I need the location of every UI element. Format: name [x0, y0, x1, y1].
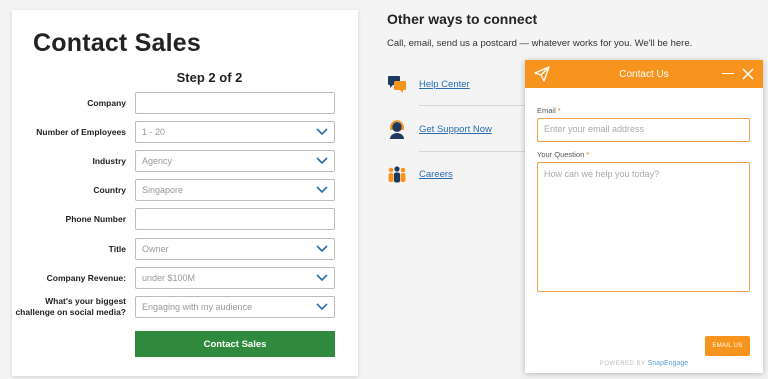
company-input[interactable] [135, 92, 335, 114]
chevron-down-icon [316, 157, 328, 165]
revenue-label: Company Revenue: [46, 273, 126, 283]
powered-by-footer: POWERED BY SnapEngage [525, 360, 763, 367]
chevron-down-icon [316, 186, 328, 194]
form-row-company: Company [12, 92, 358, 114]
employees-select[interactable]: 1 - 20 [135, 121, 335, 143]
support-agent-icon [390, 120, 404, 139]
contact-sales-card: Contact Sales Step 2 of 2 Company Number… [12, 10, 358, 376]
country-value: Singapore [142, 185, 184, 195]
form-row-challenge: What's your biggest challenge on social … [12, 296, 358, 318]
widget-header: Contact Us [525, 60, 763, 88]
other-ways-section: Other ways to connect Call, email, send … [387, 11, 692, 49]
industry-value: Agency [142, 156, 173, 166]
form-row-title: Title Owner [12, 238, 358, 260]
section-subtitle: Call, email, send us a postcard — whatev… [387, 38, 693, 49]
widget-title: Contact Us [619, 68, 669, 80]
divider [419, 151, 529, 152]
question-label-text: Your Question [537, 150, 585, 159]
revenue-select[interactable]: under $100M [135, 267, 335, 289]
question-label: Your Question * [537, 150, 589, 159]
paper-plane-icon [534, 66, 550, 82]
form-row-phone: Phone Number [12, 208, 358, 230]
revenue-value: under $100M [142, 273, 196, 283]
close-icon[interactable] [742, 68, 754, 80]
minimize-icon[interactable] [722, 73, 734, 74]
required-mark: * [586, 150, 590, 159]
title-value: Owner [142, 244, 169, 254]
email-label: Email * [537, 106, 561, 115]
employees-value: 1 - 20 [142, 127, 166, 137]
team-people-icon [388, 166, 406, 183]
section-title: Other ways to connect [387, 11, 538, 27]
industry-select[interactable]: Agency [135, 150, 335, 172]
email-field[interactable]: Enter your email address [537, 118, 750, 142]
chevron-down-icon [316, 303, 328, 311]
industry-label: Industry [92, 156, 126, 166]
form-row-industry: Industry Agency [12, 150, 358, 172]
title-select[interactable]: Owner [135, 238, 335, 260]
careers-link-row: Careers [387, 162, 537, 186]
contact-sales-button[interactable]: Contact Sales [135, 331, 335, 357]
country-select[interactable]: Singapore [135, 179, 335, 201]
chevron-down-icon [316, 274, 328, 282]
chevron-down-icon [316, 128, 328, 136]
powered-by-text: POWERED BY [599, 361, 646, 367]
help-center-link-row: Help Center [387, 72, 537, 96]
chat-bubbles-icon [388, 76, 406, 93]
contact-us-widget: Contact Us Email * Enter your email addr… [525, 60, 763, 373]
careers-link[interactable]: Careers [419, 169, 453, 180]
step-indicator: Step 2 of 2 [176, 70, 243, 85]
help-center-link[interactable]: Help Center [419, 79, 470, 90]
form-row-revenue: Company Revenue: under $100M [12, 267, 358, 289]
employees-label: Number of Employees [36, 127, 126, 137]
divider [419, 105, 529, 106]
chevron-down-icon [316, 245, 328, 253]
required-mark: * [557, 106, 561, 115]
question-textarea[interactable]: How can we help you today? [537, 162, 750, 292]
email-label-text: Email [537, 106, 556, 115]
company-label: Company [87, 98, 126, 108]
challenge-label: What's your biggest challenge on social … [15, 296, 126, 317]
challenge-value: Engaging with my audience [142, 302, 253, 312]
form-row-country: Country Singapore [12, 179, 358, 201]
page-title: Contact Sales [33, 29, 201, 57]
snapengage-brand[interactable]: SnapEngage [648, 360, 688, 367]
country-label: Country [93, 185, 126, 195]
title-label: Title [108, 244, 126, 254]
get-support-link-row: Get Support Now [387, 117, 537, 141]
form-row-employees: Number of Employees 1 - 20 [12, 121, 358, 143]
phone-label: Phone Number [65, 214, 126, 224]
challenge-select[interactable]: Engaging with my audience [135, 296, 335, 318]
get-support-link[interactable]: Get Support Now [419, 124, 492, 135]
phone-input[interactable] [135, 208, 335, 230]
email-us-button[interactable]: EMAIL US [705, 336, 750, 356]
